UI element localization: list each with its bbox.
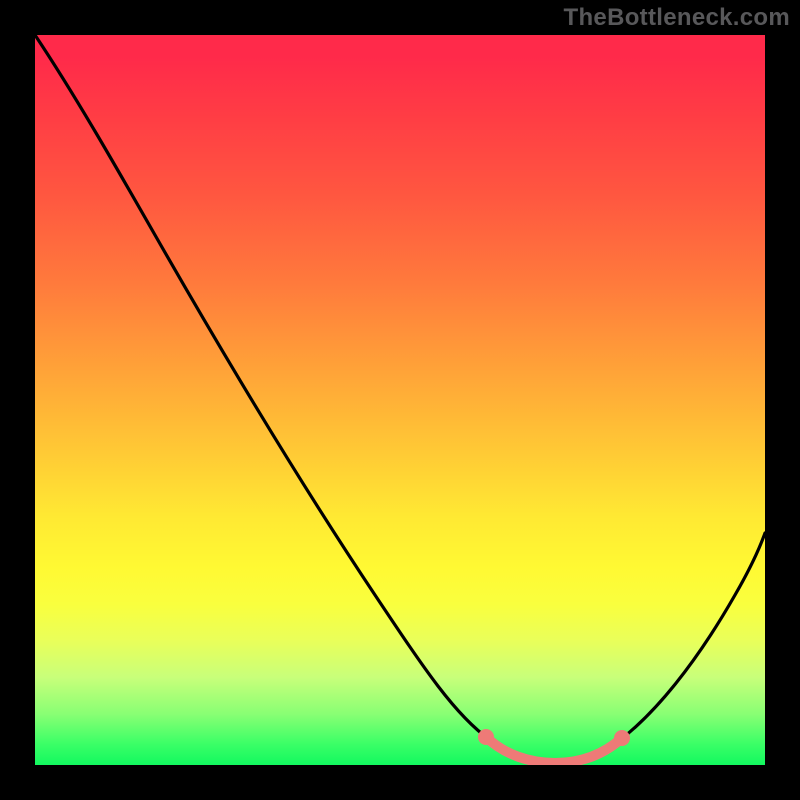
chart-frame: TheBottleneck.com [0, 0, 800, 800]
bottleneck-curve-line [35, 35, 765, 762]
optimal-range-left-marker-icon [478, 729, 494, 745]
curve-layer [35, 35, 765, 765]
optimal-range-highlight [486, 737, 622, 763]
plot-area [35, 35, 765, 765]
watermark-text: TheBottleneck.com [564, 4, 790, 32]
optimal-range-right-marker-icon [614, 730, 630, 746]
